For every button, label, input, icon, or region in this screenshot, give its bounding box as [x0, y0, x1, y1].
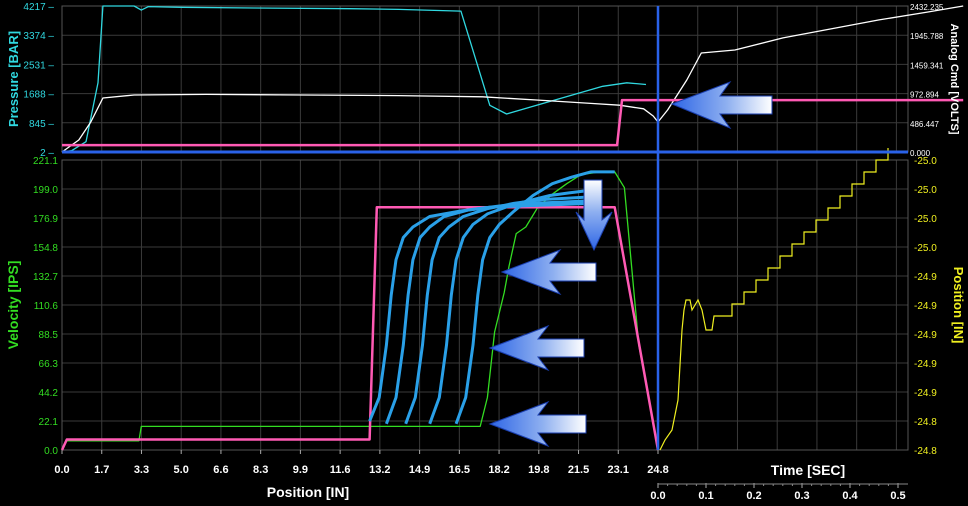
x-tick-label: 18.2 — [488, 464, 509, 476]
x-tick-label: 8.3 — [253, 464, 268, 476]
time-axis-title: Time [SEC] — [771, 462, 845, 478]
chart: 4217 –3374 –2531 –1688 –845 –2 – 2432.23… — [0, 0, 968, 506]
velocity-tick-label: 110.6 — [34, 301, 59, 312]
x-tick-label: 23.1 — [608, 464, 629, 476]
x-tick-label: 21.5 — [568, 464, 589, 476]
velocity-tick-label: 132.7 — [33, 272, 58, 283]
position-axis-title: Position [IN] — [951, 267, 966, 344]
analog-axis-title: Analog Cmd [VOLTS] — [948, 23, 960, 134]
velocity-tick-label: 0.0 — [44, 446, 58, 457]
velocity-tick-label: 88.5 — [39, 330, 59, 341]
pressure-axis-title: Pressure [BAR] — [6, 31, 21, 127]
analog-tick-label: 1945.788 — [910, 32, 944, 41]
position-tick-label: -24.9 — [914, 330, 937, 341]
x-tick-label: 5.0 — [174, 464, 189, 476]
x-tick-label: 19.8 — [528, 464, 549, 476]
velocity-tick-label: 22.1 — [39, 417, 59, 428]
x-tick-label: 24.8 — [647, 464, 668, 476]
velocity-tick-label: 66.3 — [39, 359, 59, 370]
time-tick-label: 0.1 — [698, 490, 713, 502]
x-tick-label: 1.7 — [94, 464, 109, 476]
velocity-tick-label: 176.9 — [33, 214, 58, 225]
time-tick-label: 0.5 — [890, 490, 905, 502]
pressure-tick-label: 845 – — [29, 119, 54, 130]
x-tick-label: 16.5 — [449, 464, 470, 476]
velocity-axis-title: Velocity [IPS] — [5, 261, 21, 350]
pressure-tick-label: 4217 – — [23, 2, 54, 13]
analog-tick-label: 1459.341 — [910, 61, 944, 70]
analog-tick-label: 2432.235 — [910, 3, 944, 12]
time-tick-label: 0.4 — [842, 490, 858, 502]
x-tick-label: 0.0 — [54, 464, 69, 476]
position-tick-label: -24.9 — [914, 388, 937, 399]
position-tick-label: -25.0 — [914, 185, 937, 196]
position-tick-label: -24.8 — [914, 417, 937, 428]
velocity-tick-label: 44.2 — [39, 388, 59, 399]
position-tick-label: -24.9 — [914, 359, 937, 370]
position-tick-label: -24.9 — [914, 301, 937, 312]
x-tick-label: 3.3 — [134, 464, 149, 476]
position-tick-label: -25.0 — [914, 243, 937, 254]
x-tick-label: 11.6 — [330, 464, 351, 476]
velocity-tick-label: 154.8 — [33, 243, 58, 254]
time-tick-label: 0.0 — [650, 490, 665, 502]
position-tick-label: -24.9 — [914, 272, 937, 283]
time-tick-label: 0.2 — [746, 490, 761, 502]
x-axis-title: Position [IN] — [267, 484, 349, 500]
velocity-tick-label: 199.0 — [33, 185, 58, 196]
x-tick-label: 13.2 — [369, 464, 390, 476]
x-tick-label: 6.6 — [213, 464, 228, 476]
analog-tick-label: 486.447 — [910, 120, 939, 129]
pressure-tick-label: 1688 – — [23, 90, 54, 101]
time-tick-label: 0.3 — [794, 490, 809, 502]
x-tick-label: 14.9 — [409, 464, 430, 476]
x-tick-label: 9.9 — [293, 464, 308, 476]
pressure-tick-label: 3374 – — [23, 31, 54, 42]
pressure-tick-label: 2531 – — [23, 60, 54, 71]
position-tick-label: -25.0 — [914, 156, 937, 167]
position-tick-label: -25.0 — [914, 214, 937, 225]
velocity-tick-label: 221.1 — [33, 156, 58, 167]
position-tick-label: -24.8 — [914, 446, 937, 457]
analog-tick-label: 972.894 — [910, 91, 939, 100]
